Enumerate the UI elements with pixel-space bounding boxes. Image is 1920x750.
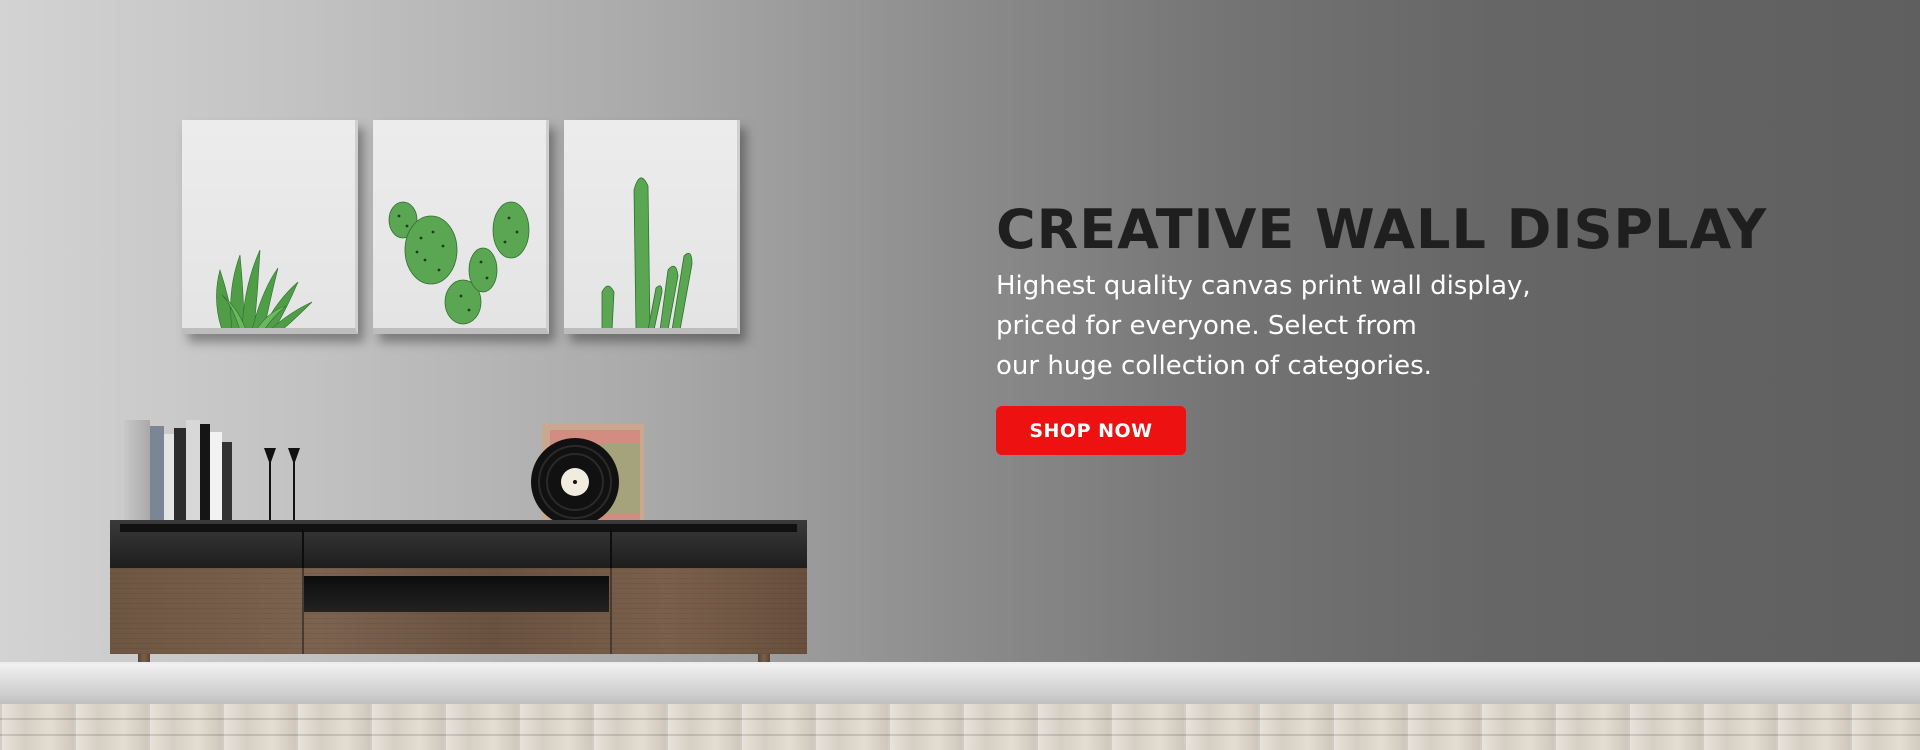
sideboard-open-shelf xyxy=(304,576,609,612)
aloe-plant-illustration xyxy=(216,249,313,328)
vinyl-record xyxy=(531,424,644,528)
hero-subheadline-line: our huge collection of categories. xyxy=(996,351,1432,381)
books xyxy=(124,420,244,520)
hero-banner: CREATIVE WALL DISPLAY Highest quality ca… xyxy=(0,0,1920,750)
sideboard-top xyxy=(110,520,807,568)
hero-content: CREATIVE WALL DISPLAY Highest quality ca… xyxy=(996,198,1876,455)
wood-floor xyxy=(0,704,1920,750)
hero-subheadline-line: Highest quality canvas print wall displa… xyxy=(996,271,1531,301)
canvas-print-aloe[interactable] xyxy=(182,120,358,334)
hero-subheadline: Highest quality canvas print wall displa… xyxy=(996,266,1876,386)
canvas-print-tall-cactus[interactable] xyxy=(564,120,740,334)
tall-cactus-illustration xyxy=(601,177,693,328)
canvas-print-prickly-pear[interactable] xyxy=(373,120,549,334)
baseboard xyxy=(0,662,1920,706)
candle-holders xyxy=(264,448,300,520)
shop-now-button[interactable]: SHOP NOW xyxy=(996,406,1186,455)
prickly-pear-illustration xyxy=(388,201,530,325)
hero-headline: CREATIVE WALL DISPLAY xyxy=(996,198,1768,261)
hero-subheadline-line: priced for everyone. Select from xyxy=(996,311,1417,341)
